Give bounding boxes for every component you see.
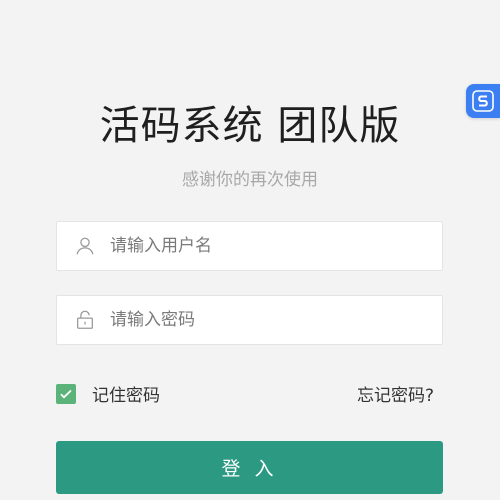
- forgot-password-link[interactable]: 忘记密码?: [357, 381, 434, 406]
- username-field[interactable]: [56, 221, 443, 271]
- lock-icon: [77, 310, 93, 329]
- password-input[interactable]: [110, 300, 410, 340]
- page-title: 活码系统 团队版: [99, 103, 401, 149]
- remember-password[interactable]: 记住密码: [56, 381, 160, 406]
- s-app-icon: [472, 90, 494, 112]
- page-subtitle: 感谢你的再次使用: [182, 170, 318, 190]
- login-page: 活码系统 团队版 感谢你的再次使用 记住密码 忘记密码? 登 入: [0, 0, 500, 500]
- remember-checkbox[interactable]: [56, 383, 76, 404]
- password-field[interactable]: [56, 295, 443, 345]
- login-button[interactable]: 登 入: [56, 441, 443, 494]
- check-icon: [60, 389, 72, 398]
- user-icon: [76, 237, 94, 255]
- floating-app-button[interactable]: [466, 84, 500, 118]
- remember-label: 记住密码: [92, 386, 160, 406]
- username-input[interactable]: [110, 226, 410, 266]
